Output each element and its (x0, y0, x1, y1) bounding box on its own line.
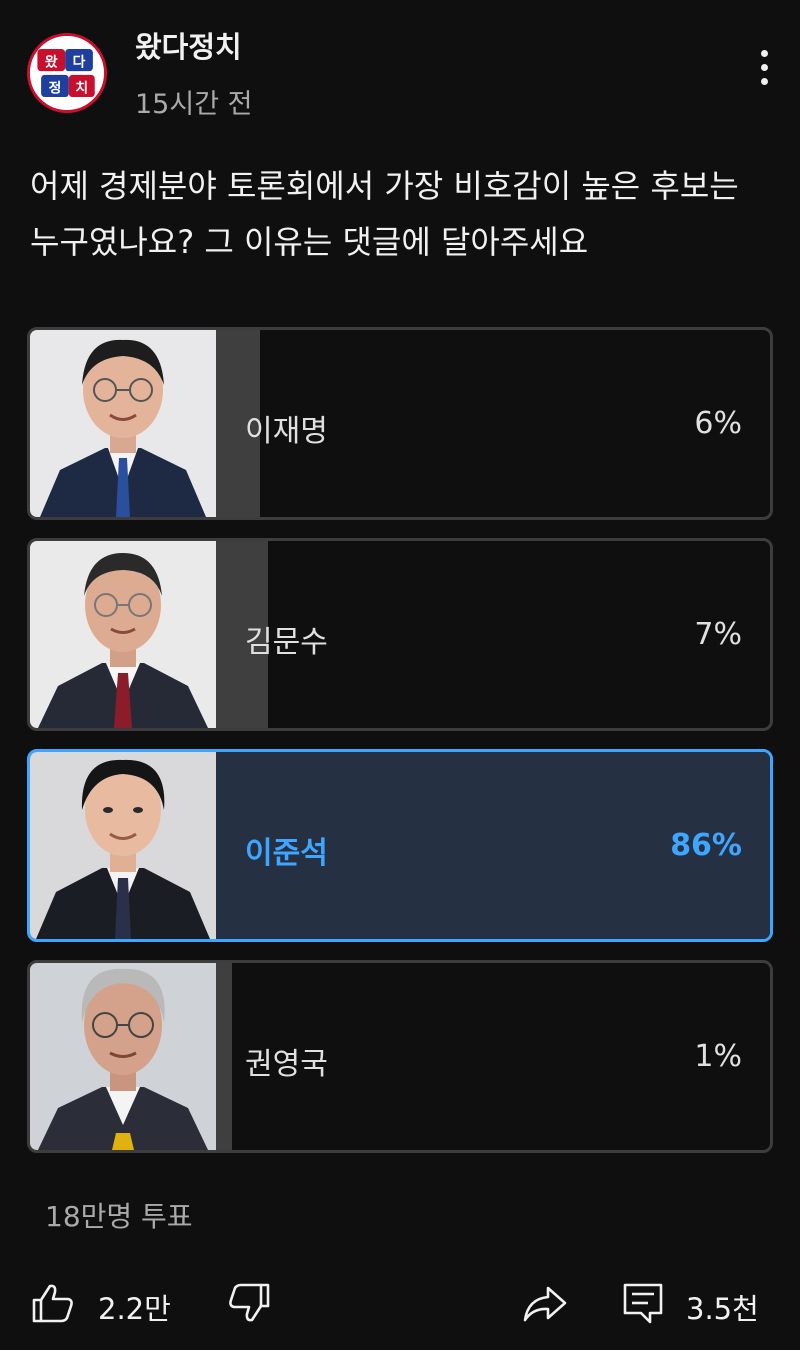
comment-count: 3.5천 (686, 1292, 759, 1326)
svg-text:다: 다 (73, 55, 86, 71)
candidate-photo (30, 963, 216, 1150)
option-label: 김문수 (245, 625, 328, 660)
candidate-photo (30, 541, 216, 728)
poll-option[interactable]: 이준석 86% (27, 749, 773, 942)
option-percent: 86% (670, 828, 742, 863)
thumbs-down-icon (229, 1283, 270, 1322)
poll-option[interactable]: 이재명 6% (27, 327, 773, 520)
result-bar (216, 963, 232, 1150)
channel-name[interactable]: 왔다정치 (135, 24, 242, 66)
candidate-photo (30, 752, 216, 939)
action-bar: 2.2만 3.5천 (0, 1270, 800, 1340)
share-icon (523, 1286, 567, 1322)
option-percent: 1% (694, 1039, 742, 1074)
post-timestamp: 15시간 전 (135, 89, 253, 120)
poll-option[interactable]: 김문수 7% (27, 538, 773, 731)
comment-icon (623, 1283, 663, 1324)
option-percent: 7% (694, 617, 742, 652)
svg-text:왔: 왔 (45, 55, 58, 71)
poll-option[interactable]: 권영국 1% (27, 960, 773, 1153)
poll-options: 이재명 6% 김문수 7% 이준석 86% 권영국 1% (27, 327, 773, 1171)
poll-question: 어제 경제분야 토론회에서 가장 비호감이 높은 후보는 누구였나요? 그 이유… (30, 167, 739, 261)
option-label: 이준석 (245, 836, 328, 871)
thumbs-up-icon (32, 1284, 73, 1323)
like-button[interactable] (30, 1280, 76, 1326)
more-vertical-icon[interactable] (744, 50, 784, 98)
candidate-photo (30, 330, 216, 517)
share-button[interactable] (522, 1280, 568, 1326)
option-percent: 6% (694, 406, 742, 441)
option-label: 권영국 (245, 1047, 328, 1082)
svg-text:정: 정 (49, 79, 62, 96)
post-header: 왔 다 정 치 왔다정치 15시간 전 (0, 0, 800, 130)
like-count: 2.2만 (98, 1292, 171, 1326)
channel-logo: 왔 다 정 치 (30, 36, 104, 110)
option-label: 이재명 (245, 414, 328, 449)
channel-avatar[interactable]: 왔 다 정 치 (27, 33, 107, 113)
svg-text:치: 치 (75, 80, 88, 96)
vote-count: 18만명 투표 (45, 1200, 193, 1233)
comments-button[interactable] (620, 1280, 666, 1326)
dislike-button[interactable] (226, 1280, 272, 1326)
